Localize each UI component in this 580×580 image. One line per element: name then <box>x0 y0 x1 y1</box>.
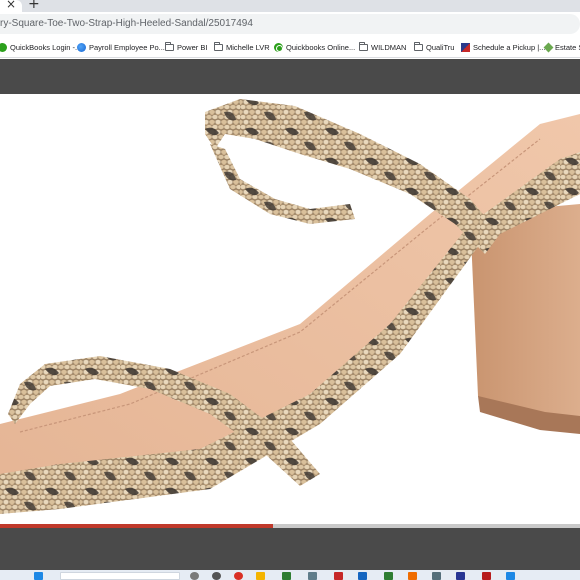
bookmark-label: QuickBooks Login -... <box>10 42 82 52</box>
product-image <box>0 94 580 524</box>
folder-icon <box>359 41 368 51</box>
bookmark-label: Michelle LVR <box>226 42 270 52</box>
schedule-icon <box>461 42 470 52</box>
bookmark-payroll-employee[interactable]: Payroll Employee Po... <box>77 41 165 53</box>
bookmark-label: Quickbooks Online... <box>286 42 356 52</box>
chrome-icon[interactable] <box>234 572 243 580</box>
address-bar: ry-Square-Toe-Two-Strap-High-Heeled-Sand… <box>0 12 580 36</box>
taskbar-search-box[interactable] <box>60 572 180 580</box>
cortana-icon[interactable] <box>212 572 221 580</box>
sandal-illustration <box>0 99 580 514</box>
quickbooks-icon <box>0 42 7 52</box>
tab-close-icon[interactable]: × <box>6 0 16 11</box>
tab-strip: × + <box>0 0 580 12</box>
new-tab-button[interactable]: + <box>28 0 40 12</box>
taskbar-app-icon[interactable] <box>482 572 491 580</box>
bookmark-label: Payroll Employee Po... <box>89 42 165 52</box>
windows-start-icon[interactable] <box>34 572 43 580</box>
tag-icon <box>543 42 554 52</box>
bookmark-label: Power BI <box>177 42 208 52</box>
bookmark-quickbooks-online[interactable]: Quickbooks Online... <box>274 41 355 53</box>
taskbar-app-icon[interactable] <box>384 572 393 580</box>
taskbar-app-icon[interactable] <box>408 572 417 580</box>
viewer-top-bar <box>0 59 580 94</box>
bookmark-schedule-pickup[interactable]: Schedule a Pickup |... <box>461 41 545 53</box>
bookmark-power-bi[interactable]: Power BI <box>165 41 207 53</box>
taskbar-app-icon[interactable] <box>432 572 441 580</box>
bookmark-label: Schedule a Pickup |... <box>473 42 546 52</box>
file-explorer-icon[interactable] <box>256 572 265 580</box>
task-view-icon[interactable] <box>190 572 199 580</box>
globe-icon <box>77 42 86 52</box>
quickbooks-icon <box>274 42 283 52</box>
folder-icon <box>214 41 223 51</box>
taskbar-app-icon[interactable] <box>506 572 515 580</box>
taskbar-app-icon[interactable] <box>334 572 343 580</box>
taskbar <box>0 570 580 580</box>
bookmark-label: QualiTru <box>426 42 455 52</box>
bookmark-wildman[interactable]: WILDMAN <box>359 41 406 53</box>
active-tab[interactable]: × <box>0 0 22 12</box>
bookmark-qualitru[interactable]: QualiTru <box>414 41 454 53</box>
viewer-bottom-bar <box>0 528 580 570</box>
omnibox[interactable]: ry-Square-Toe-Two-Strap-High-Heeled-Sand… <box>0 14 580 34</box>
taskbar-app-icon[interactable] <box>308 572 317 580</box>
bookmark-label: WILDMAN <box>371 42 407 52</box>
word-icon[interactable] <box>456 572 465 580</box>
bookmark-michelle-lvr[interactable]: Michelle LVR <box>214 41 270 53</box>
bookmark-estate[interactable]: Estate S <box>543 41 580 53</box>
excel-icon[interactable] <box>282 572 291 580</box>
bookmark-label: Estate S <box>555 42 580 52</box>
bookmark-quickbooks-login[interactable]: QuickBooks Login -... <box>0 41 81 53</box>
url-text[interactable]: ry-Square-Toe-Two-Strap-High-Heeled-Sand… <box>0 18 253 29</box>
folder-icon <box>165 41 174 51</box>
folder-icon <box>414 41 423 51</box>
outlook-icon[interactable] <box>358 572 367 580</box>
bookmarks-bar: QuickBooks Login -... Payroll Employee P… <box>0 36 580 58</box>
